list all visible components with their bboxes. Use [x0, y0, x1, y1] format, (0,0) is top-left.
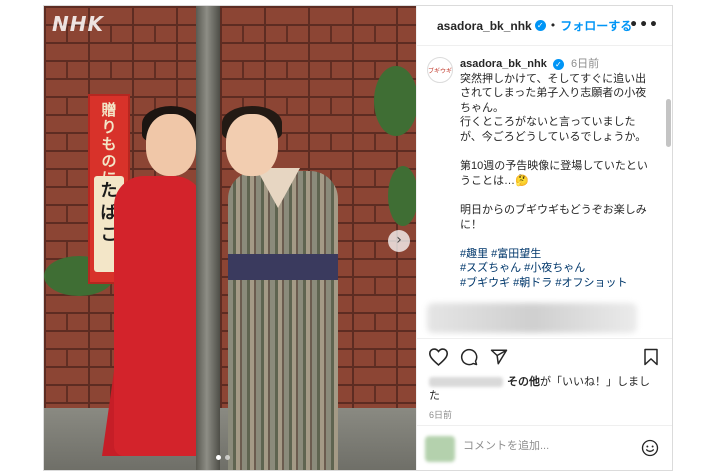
caption-line: ちゃん。 [460, 101, 504, 114]
heart-icon[interactable] [428, 348, 449, 370]
follow-button[interactable]: フォローする [560, 17, 632, 34]
post-photo[interactable]: 贈りものに たばこ NHK › [44, 6, 416, 470]
header-separator: • [549, 19, 557, 32]
caption-time: 6日前 [570, 58, 600, 70]
more-options-icon[interactable]: ••• [629, 17, 659, 33]
avatar[interactable]: ブギウギ [427, 57, 453, 83]
woman-left-face [146, 114, 196, 176]
post-sidebar: asadora_bk_nhk ✓ • フォローする ••• ブギウギ asado… [416, 6, 672, 470]
woman-right-face [226, 114, 278, 176]
plant-right-lower [388, 166, 416, 226]
caption-line: 行くところがないと言っていました [460, 116, 636, 129]
caption-line: 明日からのブギウギもどうぞお楽しみ [460, 203, 647, 216]
caption-line: に！ [460, 218, 482, 231]
hashtag-line[interactable]: #スズちゃん #小夜ちゃん [460, 261, 660, 276]
blurred-liker [429, 377, 503, 388]
sign-top-text: 贈りものに [101, 101, 117, 187]
red-dress [114, 176, 204, 456]
likes-text: その他が「いいね！」しまし た [429, 375, 659, 403]
caption-username[interactable]: asadora_bk_nhk [460, 58, 547, 70]
header-username[interactable]: asadora_bk_nhk [437, 19, 532, 33]
plant-right [374, 66, 416, 136]
utility-pole [196, 6, 220, 470]
carousel-dot [225, 455, 230, 460]
caption-scrollbar[interactable] [666, 99, 671, 147]
hashtag-line[interactable]: #趣里 #富田望生 [460, 247, 660, 262]
likes-others-link[interactable]: その他 [507, 376, 540, 388]
verified-badge-icon: ✓ [534, 20, 546, 31]
instagram-post-embed: 贈りものに たばこ NHK › asadora_bk_nhk ✓ • フォローす… [43, 5, 673, 471]
caption-text: asadora_bk_nhk ✓ 6日前 突然押しかけて、そしてすぐに追い出 さ… [460, 57, 660, 291]
bookmark-icon[interactable] [643, 348, 659, 370]
caption-line: が、今ごろどうしているでしょうか。 [460, 130, 647, 143]
nhk-watermark: NHK [52, 12, 104, 36]
caption-area: ブギウギ asadora_bk_nhk ✓ 6日前 突然押しかけて、そしてすぐに… [417, 47, 672, 337]
likes-suffix: が「いいね！」しまし [540, 376, 650, 388]
carousel-dots [216, 455, 230, 460]
caption-line: 突然押しかけて、そしてすぐに追い出 [460, 72, 647, 85]
hashtag-line[interactable]: #ブギウギ #朝ドラ #オフショット [460, 276, 660, 291]
blurred-comment [427, 303, 637, 333]
action-icons [428, 348, 508, 370]
kimono-obi [228, 254, 338, 280]
post-actions: その他が「いいね！」しまし た 6日前 [417, 338, 672, 470]
share-icon[interactable] [490, 348, 508, 370]
caption-line: されてしまった弟子入り志願者の小夜 [460, 87, 647, 100]
emoji-icon[interactable] [641, 439, 659, 461]
likes-suffix-2: た [429, 390, 440, 402]
caption-line: うことは…🤔 [460, 174, 529, 187]
carousel-dot-active [216, 455, 221, 460]
commenter-avatar [425, 436, 455, 462]
comment-input[interactable] [463, 440, 623, 452]
comment-icon[interactable] [460, 348, 478, 370]
post-header: asadora_bk_nhk ✓ • フォローする ••• [417, 6, 672, 46]
caption-line: 第10週の予告映像に登場していたとい [460, 160, 648, 173]
comment-bar [417, 425, 672, 470]
post-timestamp: 6日前 [429, 410, 453, 420]
striped-kimono [228, 171, 338, 470]
carousel-next-button[interactable]: › [388, 230, 410, 252]
verified-badge-icon: ✓ [552, 58, 564, 70]
